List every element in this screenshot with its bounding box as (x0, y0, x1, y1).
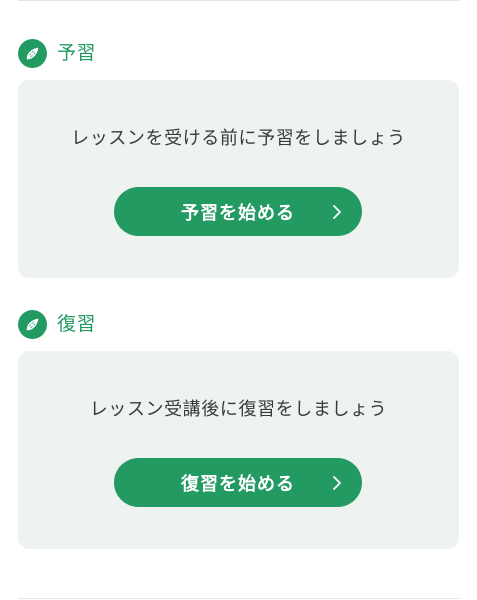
review-message: レッスン受講後に復習をしましょう (89, 399, 388, 420)
preview-section-title: 予習 (57, 42, 97, 64)
preview-section-header: 予習 (18, 38, 459, 68)
preview-message: レッスンを受ける前に予習をしましょう (71, 128, 406, 149)
bottom-divider (18, 598, 459, 599)
review-section-title: 復習 (57, 313, 97, 335)
review-section: 復習 レッスン受講後に復習をしましょう 復習を始める (18, 309, 459, 549)
pencil-icon (18, 309, 47, 339)
pencil-icon (18, 38, 47, 68)
review-card: レッスン受講後に復習をしましょう 復習を始める (18, 351, 459, 549)
start-preview-button-label: 予習を始める (181, 202, 295, 223)
preview-card: レッスンを受ける前に予習をしましょう 予習を始める (18, 80, 459, 278)
review-section-header: 復習 (18, 309, 459, 339)
chevron-right-icon (330, 475, 344, 491)
top-divider (18, 0, 459, 1)
preview-section: 予習 レッスンを受ける前に予習をしましょう 予習を始める (18, 38, 459, 278)
start-review-button-label: 復習を始める (181, 473, 295, 494)
chevron-right-icon (330, 204, 344, 220)
start-preview-button[interactable]: 予習を始める (114, 187, 362, 236)
start-review-button[interactable]: 復習を始める (114, 458, 362, 507)
